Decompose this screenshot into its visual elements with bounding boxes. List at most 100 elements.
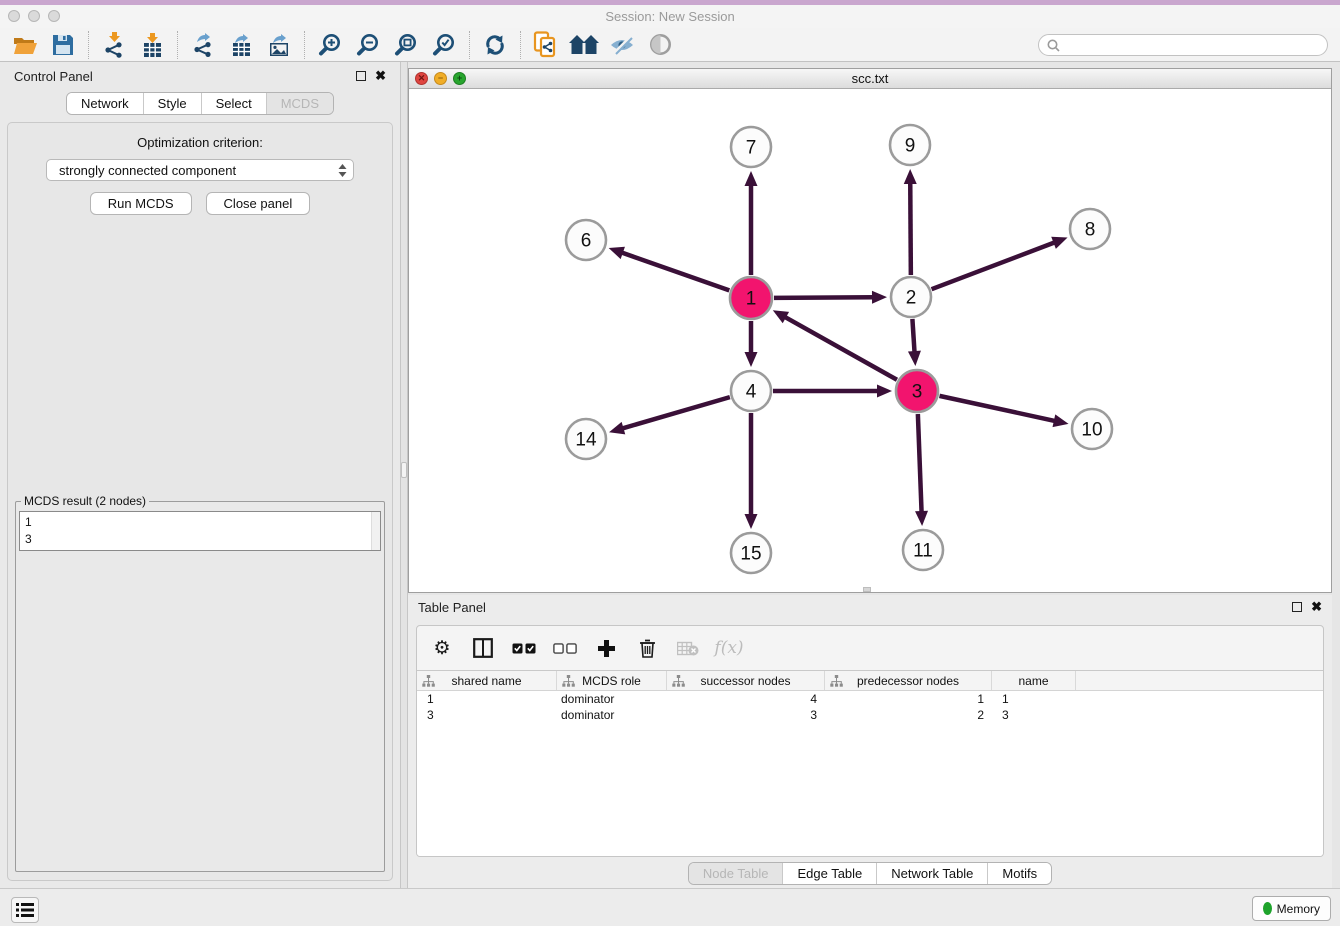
table-settings-button[interactable]: ⚙ [429, 635, 455, 661]
hierarchy-icon [672, 675, 685, 687]
close-window-button[interactable] [8, 10, 20, 22]
open-session-button[interactable] [6, 30, 44, 60]
edge-4-15[interactable] [745, 413, 758, 529]
delete-table-button[interactable] [675, 635, 701, 661]
memory-button[interactable]: Memory [1252, 896, 1331, 921]
cell-predecessor-nodes[interactable]: 1 [825, 691, 992, 707]
edge-1-4[interactable] [745, 321, 758, 367]
network-maximize-button[interactable]: + [453, 72, 466, 85]
zoom-out-button[interactable] [349, 30, 387, 60]
tab-motifs[interactable]: Motifs [988, 863, 1051, 884]
edge-4-3[interactable] [773, 385, 892, 398]
close-panel-button[interactable]: Close panel [206, 192, 311, 215]
cell-name[interactable]: 1 [992, 691, 1076, 707]
table-row[interactable]: 3dominator323 [417, 707, 1323, 723]
tab-node-table[interactable]: Node Table [689, 863, 784, 884]
zoom-window-button[interactable] [48, 10, 60, 22]
result-scrollbar[interactable] [371, 512, 380, 550]
search-field[interactable] [1038, 34, 1328, 56]
edge-2-3[interactable] [908, 319, 921, 366]
edge-1-2[interactable] [774, 291, 887, 304]
export-image-button[interactable] [260, 30, 298, 60]
float-panel-icon[interactable] [356, 71, 366, 81]
node-3[interactable]: 3 [896, 370, 938, 412]
tab-network-table[interactable]: Network Table [877, 863, 988, 884]
tab-edge-table[interactable]: Edge Table [783, 863, 877, 884]
cell-mcds-role[interactable]: dominator [557, 707, 667, 723]
node-11[interactable]: 11 [903, 530, 943, 570]
zoom-selected-button[interactable] [425, 30, 463, 60]
edge-3-1[interactable] [773, 310, 897, 380]
close-table-panel-icon[interactable]: ✖ [1311, 602, 1322, 612]
node-4[interactable]: 4 [731, 371, 771, 411]
column-header-mcds-role[interactable]: MCDS role [557, 671, 667, 690]
network-canvas[interactable]: 1 2 3 4 6 7 8 9 10 11 14 15 [409, 89, 1331, 592]
column-header-name[interactable]: name [992, 671, 1076, 690]
splitter-grip[interactable] [401, 462, 407, 478]
minimize-window-button[interactable] [28, 10, 40, 22]
tab-select[interactable]: Select [202, 93, 267, 114]
column-header-predecessor-nodes[interactable]: predecessor nodes [825, 671, 992, 690]
optimization-criterion-select[interactable]: strongly connected component [46, 159, 354, 181]
node-1[interactable]: 1 [730, 277, 772, 319]
manage-networks-button[interactable] [527, 30, 565, 60]
edge-2-8[interactable] [932, 237, 1068, 289]
edge-2-9[interactable] [904, 169, 917, 275]
export-network-button[interactable] [184, 30, 222, 60]
edge-4-14[interactable] [609, 397, 730, 434]
node-6[interactable]: 6 [566, 220, 606, 260]
export-table-button[interactable] [222, 30, 260, 60]
task-history-button[interactable] [11, 897, 39, 923]
trash-icon [639, 639, 656, 658]
cell-successor-nodes[interactable]: 4 [667, 691, 825, 707]
cell-successor-nodes[interactable]: 3 [667, 707, 825, 723]
show-all-panels-button[interactable] [565, 30, 603, 60]
table-row[interactable]: 1dominator411 [417, 691, 1323, 707]
edge-3-11[interactable] [915, 414, 928, 526]
cell-shared-name[interactable]: 1 [417, 691, 557, 707]
deselect-all-columns-button[interactable] [552, 635, 578, 661]
panel-splitter[interactable] [400, 62, 408, 888]
column-header-successor-nodes[interactable]: successor nodes [667, 671, 825, 690]
edge-3-10[interactable] [939, 396, 1068, 427]
add-row-button[interactable] [593, 635, 619, 661]
mcds-result-text[interactable]: 13 [19, 511, 381, 551]
column-header-label: MCDS role [582, 674, 641, 688]
delete-row-button[interactable] [634, 635, 660, 661]
birdseye-view-button[interactable] [641, 30, 679, 60]
edge-1-7[interactable] [745, 171, 758, 275]
apply-layout-button[interactable] [476, 30, 514, 60]
node-15[interactable]: 15 [731, 533, 771, 573]
select-all-columns-button[interactable] [511, 635, 537, 661]
import-table-button[interactable] [133, 30, 171, 60]
network-resize-grip[interactable] [863, 587, 871, 592]
node-9[interactable]: 9 [890, 125, 930, 165]
search-input[interactable] [1064, 36, 1327, 54]
cell-mcds-role[interactable]: dominator [557, 691, 667, 707]
hide-graphics-details-button[interactable] [603, 30, 641, 60]
network-close-button[interactable]: ✕ [415, 72, 428, 85]
import-network-button[interactable] [95, 30, 133, 60]
float-table-panel-icon[interactable] [1292, 602, 1302, 612]
zoom-fit-button[interactable] [387, 30, 425, 60]
cell-name[interactable]: 3 [992, 707, 1076, 723]
node-14[interactable]: 14 [566, 419, 606, 459]
save-session-button[interactable] [44, 30, 82, 60]
column-header-shared-name[interactable]: shared name [417, 671, 557, 690]
cell-predecessor-nodes[interactable]: 2 [825, 707, 992, 723]
node-10[interactable]: 10 [1072, 409, 1112, 449]
function-builder-button[interactable]: f(x) [716, 635, 742, 661]
node-2[interactable]: 2 [891, 277, 931, 317]
tab-mcds[interactable]: MCDS [267, 93, 333, 114]
edge-1-6[interactable] [609, 247, 730, 291]
show-columns-button[interactable] [470, 635, 496, 661]
tab-style[interactable]: Style [144, 93, 202, 114]
tab-network[interactable]: Network [67, 93, 144, 114]
zoom-in-button[interactable] [311, 30, 349, 60]
network-minimize-button[interactable]: − [434, 72, 447, 85]
close-panel-icon[interactable]: ✖ [375, 71, 386, 81]
node-7[interactable]: 7 [731, 127, 771, 167]
node-8[interactable]: 8 [1070, 209, 1110, 249]
run-mcds-button[interactable]: Run MCDS [90, 192, 192, 215]
cell-shared-name[interactable]: 3 [417, 707, 557, 723]
